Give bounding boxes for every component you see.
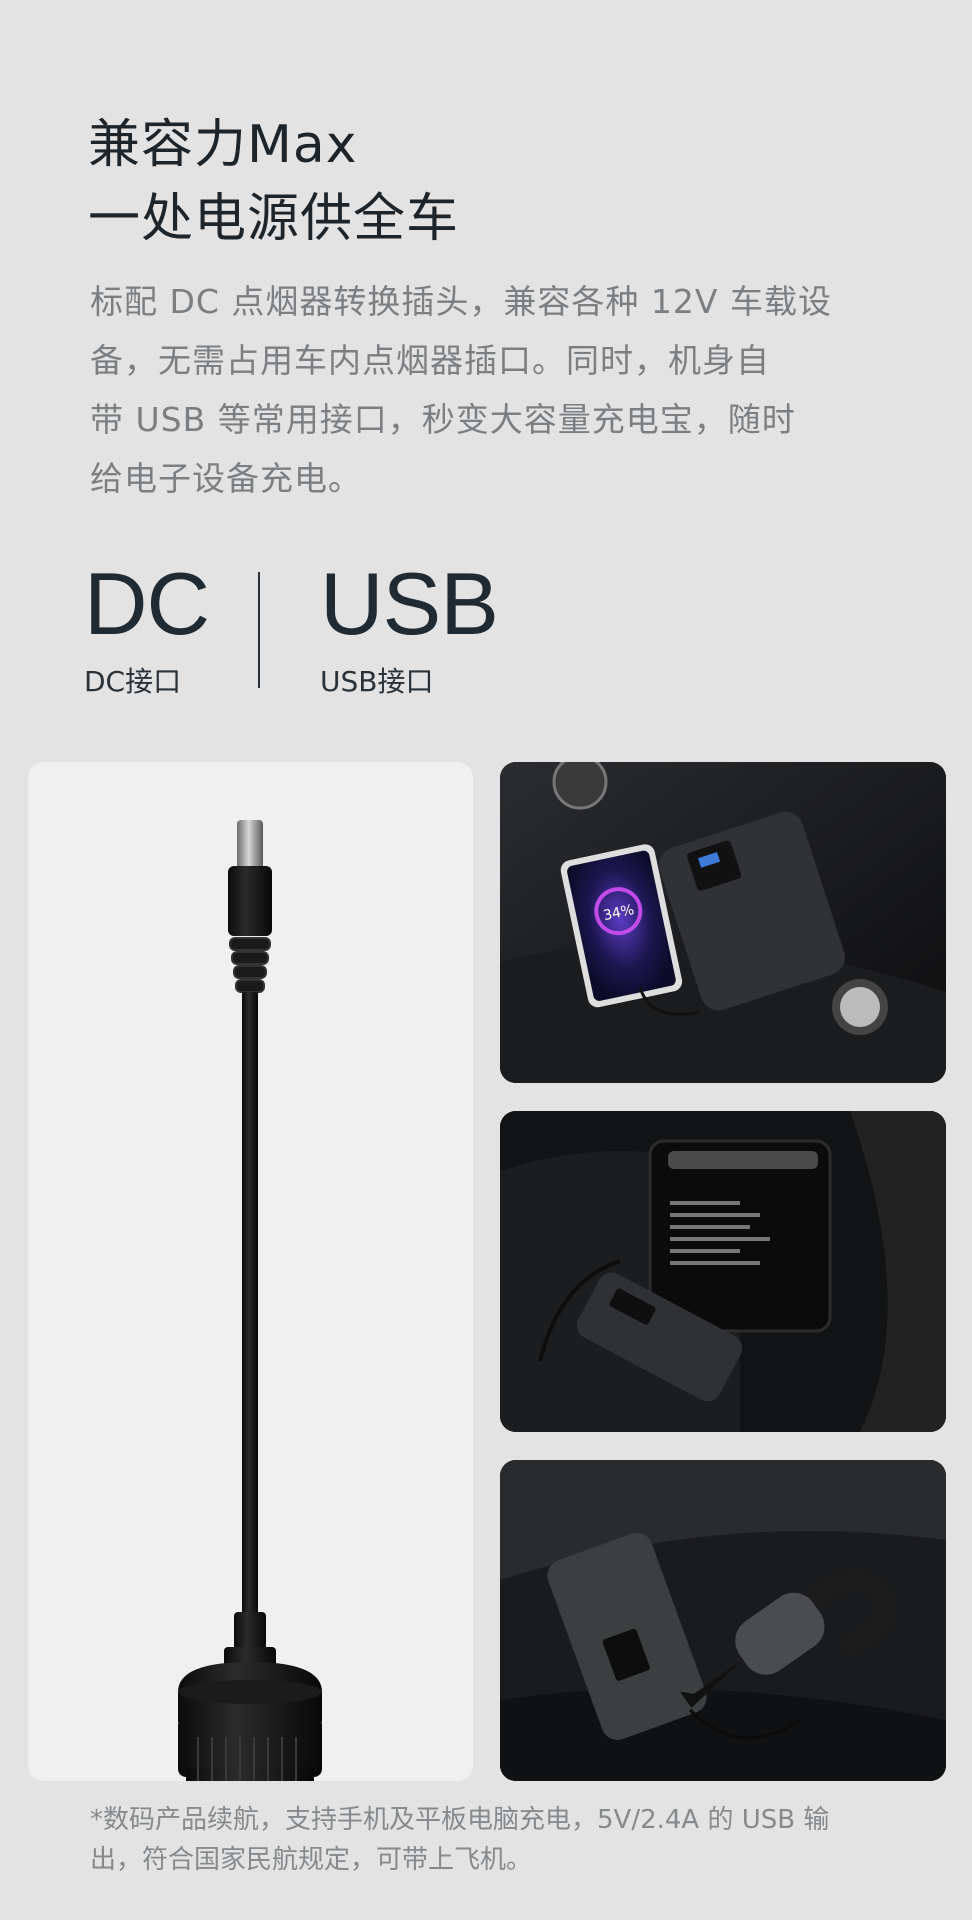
photo-phone-charging: 34% [500,762,946,1083]
description-line: 标配 DC 点烟器转换插头，兼容各种 12V 车载设 [90,282,832,321]
description: 标配 DC 点烟器转换插头，兼容各种 12V 车载设 备，无需占用车内点烟器插口… [90,272,890,508]
footnote-line: *数码产品续航，支持手机及平板电脑充电，5V/2.4A 的 USB 输 [90,1805,830,1835]
dc-title: DC [84,554,210,653]
footnote-line: 出，符合国家民航规定，可带上飞机。 [90,1845,533,1875]
photo-car-fridge [500,1111,946,1432]
description-line: 备，无需占用车内点烟器插口。同时，机身自 [90,341,770,380]
dc-label: DC接口 [84,665,182,698]
photo-handheld-vacuum [500,1460,946,1781]
divider [258,572,260,688]
footnote: *数码产品续航，支持手机及平板电脑充电，5V/2.4A 的 USB 输 出，符合… [90,1800,890,1880]
usb-label: USB接口 [320,665,434,698]
usb-port-block: USB USB接口 [320,554,499,700]
ports-section: DC DC接口 USB USB接口 [84,560,604,699]
usb-title: USB [320,554,499,653]
description-line: 带 USB 等常用接口，秒变大容量充电宝，随时 [90,400,796,439]
dc-adapter-image [28,762,473,1781]
dc-port-block: DC DC接口 [84,554,210,700]
description-line: 给电子设备充电。 [90,459,362,498]
title-line-2: 一处电源供全车 [88,189,460,249]
title-line-1: 兼容力Max [88,115,358,175]
page-title: 兼容力Max 一处电源供全车 [88,108,459,256]
